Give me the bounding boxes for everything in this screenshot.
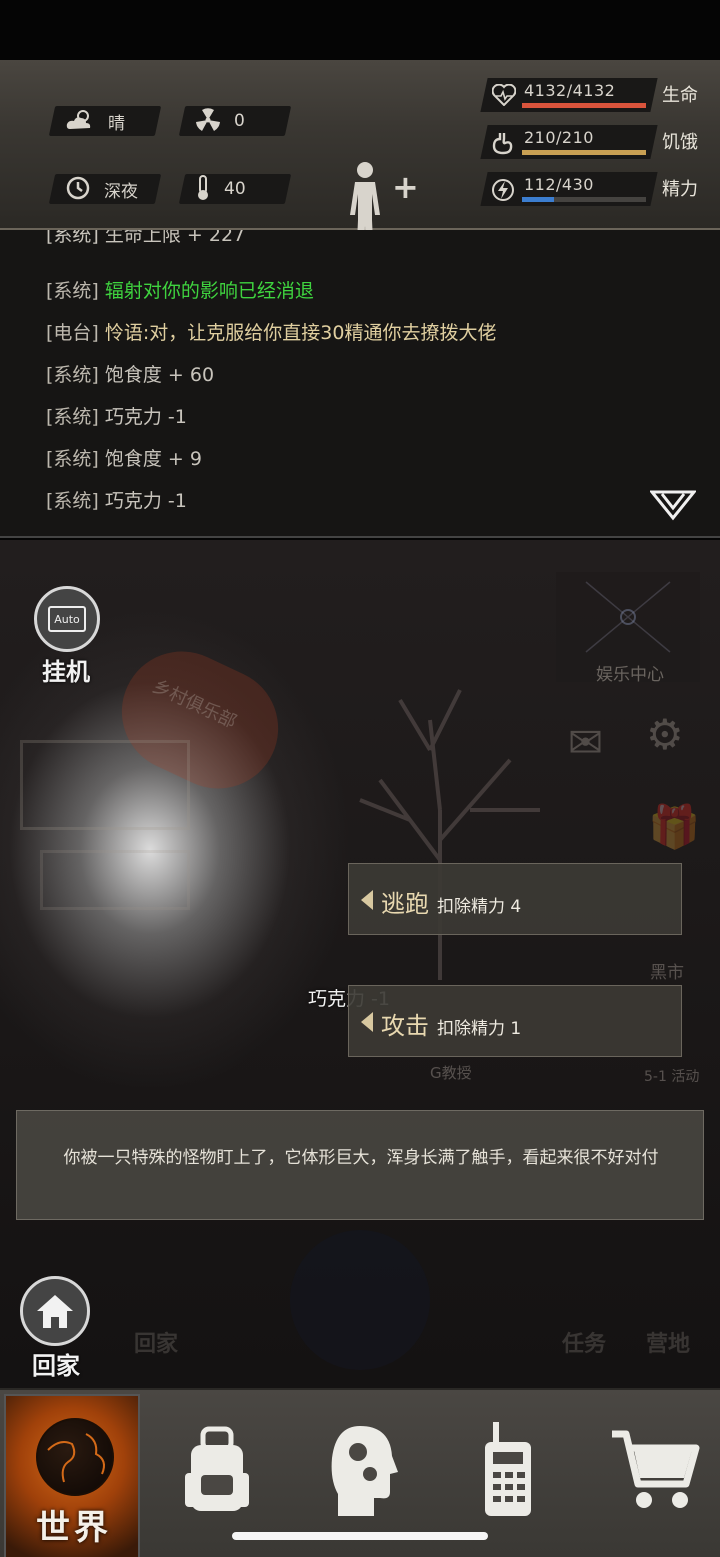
nav-world-label: 世界 xyxy=(36,1508,112,1548)
time-value: 深夜 xyxy=(104,181,138,202)
health-row: 4132/4132 生命 xyxy=(480,78,720,112)
gift-icon[interactable]: 🎁 xyxy=(648,802,700,852)
hunger-row: 210/210 饥饿 xyxy=(480,125,720,160)
hunger-bar-fill xyxy=(522,150,646,155)
weather-value: 晴 xyxy=(108,113,125,134)
log-line: [系统] 巧克力 -1 xyxy=(46,490,187,512)
thermometer-icon xyxy=(196,174,210,204)
hunger-value: 210/210 xyxy=(524,128,594,147)
log-line: [系统] 饱食度 + 9 xyxy=(46,448,202,470)
ghost-home-label: 回家 xyxy=(134,1332,179,1357)
g-professor-sign: G教授 xyxy=(430,1064,472,1082)
auto-idle-button[interactable]: Auto 挂机 xyxy=(34,586,104,686)
mail-icon[interactable]: ✉ xyxy=(568,718,603,767)
nav-world-tab[interactable]: 世界 xyxy=(4,1394,140,1557)
temperature-stat: 40 xyxy=(178,174,292,204)
ghost-camp-label: 营地 xyxy=(646,1332,691,1357)
health-bar-fill xyxy=(522,103,646,108)
billboard xyxy=(20,740,190,830)
go-home-button[interactable]: 回家 xyxy=(20,1276,96,1380)
radiation-stat: 0 xyxy=(178,106,292,136)
cart-icon[interactable] xyxy=(610,1420,700,1520)
energy-icon xyxy=(492,178,514,207)
ghost-task-label: 任务 xyxy=(562,1332,607,1357)
billboard-lower xyxy=(40,850,190,910)
entertainment-icon xyxy=(585,581,671,653)
attack-cost: 扣除精力 1 xyxy=(437,1019,522,1039)
message-log[interactable]: [系统] 生命上限 + 227 [系统] 辐射对你的影响已经消退 [电台] 怜语… xyxy=(0,230,720,538)
log-line: [电台] 怜语:对，让克服给你直接30精通你去撩拨大佬 xyxy=(46,322,497,344)
log-line-partial: [系统] 生命上限 + 227 xyxy=(46,230,246,246)
health-label: 生命 xyxy=(662,85,698,106)
event-message: 你被一只特殊的怪物盯上了，它体形巨大，浑身长满了触手，看起来很不好对付 xyxy=(63,1148,659,1168)
cloud-sun-icon xyxy=(66,109,94,134)
go-home-label: 回家 xyxy=(32,1352,80,1380)
energy-label: 精力 xyxy=(662,179,698,200)
flee-button[interactable]: 逃跑 扣除精力 4 xyxy=(348,863,682,935)
energy-value: 112/430 xyxy=(524,175,594,194)
globe-icon xyxy=(36,1418,114,1496)
left-arrow-icon xyxy=(361,1012,373,1032)
entertainment-label: 娱乐中心 xyxy=(596,665,664,685)
auto-laptop-icon: Auto xyxy=(34,586,100,652)
radar-circle xyxy=(290,1230,430,1370)
time-stat: 深夜 xyxy=(48,174,162,204)
clock-icon xyxy=(66,176,90,203)
event-label[interactable]: 5-1 活动 xyxy=(644,1066,699,1086)
home-indicator[interactable] xyxy=(232,1532,488,1540)
gear-icon[interactable]: ⚙ xyxy=(646,710,684,759)
black-market-label[interactable]: 黑市 xyxy=(650,958,684,983)
house-icon xyxy=(20,1276,90,1346)
energy-bar-fill xyxy=(522,197,555,202)
flee-label: 逃跑 xyxy=(381,890,429,918)
radio-icon[interactable] xyxy=(464,1420,554,1520)
stomach-icon xyxy=(492,131,514,160)
radiation-icon xyxy=(196,107,220,135)
health-value: 4132/4132 xyxy=(524,81,616,100)
scroll-down-icon[interactable] xyxy=(650,488,696,522)
auto-idle-label: 挂机 xyxy=(42,658,90,686)
weather-stat: 晴 xyxy=(48,106,162,136)
attack-button[interactable]: 攻击 扣除精力 1 xyxy=(348,985,682,1057)
plus-icon[interactable]: + xyxy=(392,168,419,206)
head-gears-icon[interactable] xyxy=(318,1420,408,1520)
temperature-value: 40 xyxy=(224,179,246,199)
backpack-icon[interactable] xyxy=(172,1420,262,1520)
flee-cost: 扣除精力 4 xyxy=(437,897,522,917)
entertainment-center-button[interactable]: 娱乐中心 xyxy=(556,572,700,685)
attack-label: 攻击 xyxy=(381,1012,429,1040)
status-panel: 晴 0 深夜 40 + − xyxy=(0,60,720,264)
heart-icon xyxy=(491,83,517,111)
energy-row: 112/430 精力 xyxy=(480,172,720,207)
log-line: [系统] 辐射对你的影响已经消退 xyxy=(46,280,314,302)
hunger-label: 饥饿 xyxy=(662,132,698,153)
event-message-box: 你被一只特殊的怪物盯上了，它体形巨大，浑身长满了触手，看起来很不好对付 xyxy=(16,1110,704,1220)
game-scene: 乡村俱乐部 Auto 挂机 娱乐中心 ✉ ⚙ 🎁 黑市 G教授 5-1 活动 逃… xyxy=(0,540,720,1388)
log-line: [系统] 饱食度 + 60 xyxy=(46,364,215,386)
radiation-value: 0 xyxy=(234,111,245,131)
log-line: [系统] 巧克力 -1 xyxy=(46,406,187,428)
left-arrow-icon xyxy=(361,890,373,910)
